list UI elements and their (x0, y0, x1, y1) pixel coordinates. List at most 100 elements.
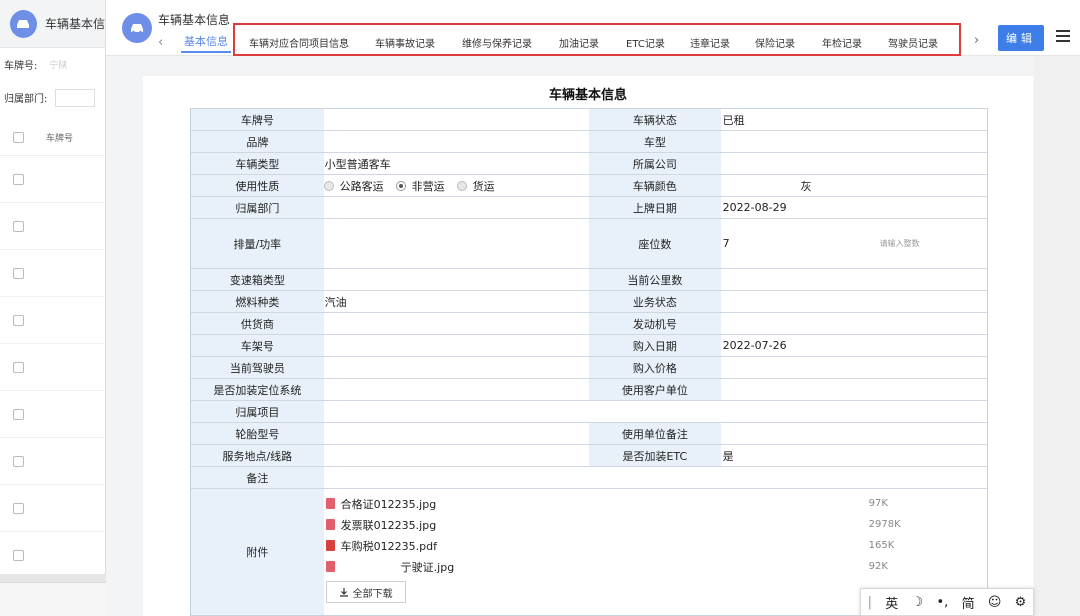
field-label: 车型 (589, 131, 721, 152)
row-checkbox[interactable] (13, 455, 24, 467)
vehicle-type-value: 小型普通客车 (323, 153, 589, 174)
price-value (720, 357, 987, 378)
chevron-right-icon[interactable]: › (974, 33, 979, 48)
attachment-file[interactable]: 车购税012235.pdf 165K (325, 535, 987, 556)
row-checkbox[interactable] (13, 408, 24, 420)
attachment-file[interactable]: 亍驶证.jpg 92K (325, 556, 987, 577)
info-row: 当前驾驶员 购入价格 (191, 357, 987, 379)
table-row[interactable] (0, 203, 105, 250)
field-label: 使用性质 (191, 175, 324, 196)
attachment-file[interactable]: 合格证012235.jpg 97K (325, 493, 987, 514)
field-label: 业务状态 (589, 291, 721, 312)
remark-value (323, 467, 987, 488)
field-label: 归属部门 (191, 197, 324, 218)
file-name[interactable]: 合格证012235.jpg (341, 496, 437, 512)
tab-driver[interactable]: 驾驶员记录 (888, 35, 938, 50)
select-all-checkbox[interactable] (13, 132, 24, 143)
tab-insurance[interactable]: 保险记录 (755, 35, 795, 50)
info-row: 排量/功率 座位数 7 请输入整数 (191, 219, 987, 269)
radio-icon (323, 180, 334, 191)
emoji-icon[interactable]: ☺ (988, 595, 1002, 610)
tab-accident[interactable]: 车辆事故记录 (375, 35, 435, 50)
table-row[interactable] (0, 344, 105, 391)
tab-maintenance[interactable]: 维修与保养记录 (462, 35, 532, 50)
filter-dept-row: 归属部门: (0, 81, 105, 114)
info-row: 是否加装定位系统 使用客户单位 (191, 379, 987, 401)
biz-status-value (720, 291, 987, 312)
chevron-left-icon[interactable]: ‹ (158, 35, 163, 50)
download-all-button[interactable]: 全部下载 (325, 581, 406, 603)
tab-contract-project[interactable]: 车辆对应合同项目信息 (249, 35, 349, 50)
row-checkbox[interactable] (13, 314, 24, 326)
gear-icon[interactable]: ⚙ (1015, 595, 1027, 610)
car-icon (10, 9, 37, 38)
row-checkbox[interactable] (13, 267, 24, 279)
filter-plate-label: 车牌号: (4, 61, 38, 72)
row-checkbox[interactable] (13, 502, 24, 514)
file-name[interactable]: 亍驶证.jpg (401, 559, 455, 575)
info-row: 车架号 购入日期 2022-07-26 (191, 335, 987, 357)
pdf-file-icon (325, 540, 335, 551)
table-row[interactable] (0, 438, 105, 485)
radio-label: 货运 (472, 179, 495, 193)
supplier-value (323, 313, 589, 334)
driver-value (323, 357, 589, 378)
dialog-title: 车辆基本信息 (158, 13, 231, 27)
field-label: 车牌号 (191, 109, 324, 130)
plate-value (323, 109, 589, 130)
moon-icon[interactable]: ☽ (912, 595, 924, 610)
radio-checked-icon (395, 180, 406, 191)
radio-label: 非营运 (411, 179, 445, 193)
tab-inspection[interactable]: 年检记录 (822, 35, 862, 50)
ime-divider: | (867, 594, 873, 610)
table-row[interactable] (0, 391, 105, 438)
unit-remark-value (720, 423, 987, 444)
info-row: 服务地点/线路 是否加装ETC 是 (191, 445, 987, 467)
tab-etc[interactable]: ETC记录 (626, 35, 665, 50)
ime-lang-toggle[interactable]: 英 (885, 593, 898, 612)
ime-punct-toggle[interactable]: •, (936, 595, 948, 610)
field-label: 品牌 (191, 131, 324, 152)
plate-date-value: 2022-08-29 (720, 197, 987, 218)
horizontal-scrollbar[interactable] (0, 574, 106, 582)
tab-fuel[interactable]: 加油记录 (559, 35, 599, 50)
usage-radio-nonoperating[interactable]: 非营运 (395, 178, 445, 194)
usage-radio-passenger[interactable]: 公路客运 (323, 178, 384, 194)
menu-icon[interactable] (1056, 30, 1070, 44)
table-row[interactable] (0, 297, 105, 344)
company-value (720, 153, 987, 174)
purchase-date-value: 2022-07-26 (720, 335, 987, 356)
tab-violation[interactable]: 违章记录 (690, 35, 730, 50)
attachment-file[interactable]: 发票联012235.jpg 2978K (325, 514, 987, 535)
table-row[interactable] (0, 532, 105, 579)
usage-radio-freight[interactable]: 货运 (456, 178, 495, 194)
table-row[interactable] (0, 250, 105, 297)
brand-value (323, 131, 589, 152)
row-checkbox[interactable] (13, 549, 24, 561)
file-size: 97K (868, 498, 888, 509)
download-icon (339, 588, 348, 597)
row-checkbox[interactable] (13, 173, 24, 185)
table-row[interactable] (0, 156, 105, 203)
filter-dept-input[interactable] (55, 88, 96, 107)
info-row: 归属部门 上牌日期 2022-08-29 (191, 197, 987, 219)
table-header: 车牌号 (0, 120, 105, 156)
field-label: 购入价格 (589, 357, 721, 378)
file-name[interactable]: 发票联012235.jpg (341, 517, 437, 533)
file-name[interactable]: 车购税012235.pdf (341, 538, 437, 554)
row-checkbox[interactable] (13, 361, 24, 373)
ime-mode-toggle[interactable]: 简 (962, 593, 975, 612)
file-size: 2978K (868, 519, 901, 530)
color-value: 灰 (720, 175, 987, 196)
seats-hint: 请输入整数 (879, 239, 920, 248)
project-value (323, 401, 589, 422)
table-row[interactable] (0, 485, 105, 532)
row-checkbox[interactable] (13, 220, 24, 232)
field-label: 购入日期 (589, 335, 721, 356)
field-label: 备注 (191, 467, 324, 488)
tab-basic-info[interactable]: 基本信息 (181, 33, 231, 53)
edit-button[interactable]: 编辑 (998, 25, 1044, 51)
info-row: 备注 (191, 467, 987, 489)
etc-value: 是 (720, 445, 987, 466)
filter-plate-input[interactable]: 宁陕 (49, 58, 67, 71)
